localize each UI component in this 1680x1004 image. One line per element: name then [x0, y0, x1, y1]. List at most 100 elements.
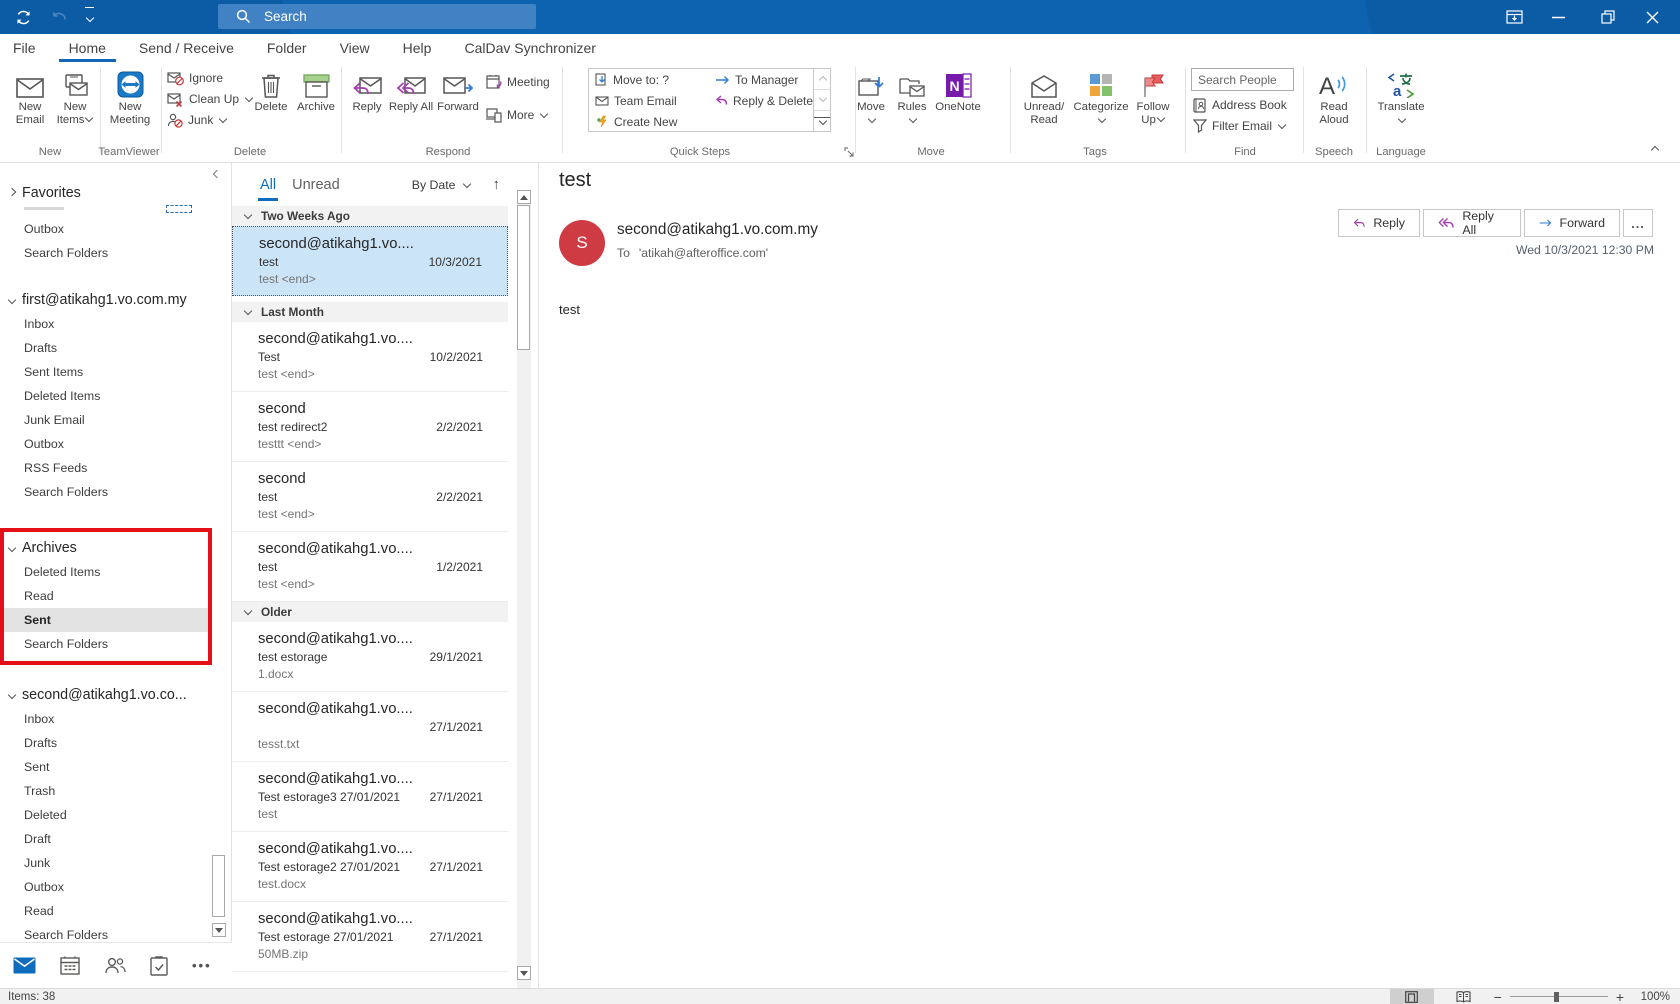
sidebar-item-acc2-search-folders[interactable]: Search Folders: [0, 923, 209, 942]
sidebar-item-search-folders[interactable]: Search Folders: [0, 480, 209, 504]
search-input[interactable]: Search: [218, 4, 536, 29]
more-apps-icon[interactable]: •••: [192, 958, 212, 973]
undo-icon[interactable]: [48, 7, 70, 27]
new-email-button[interactable]: New Email: [8, 65, 52, 127]
list-item[interactable]: second@atikahg1.vo.... Test10/2/2021 tes…: [232, 322, 508, 392]
translate-button[interactable]: a Translate: [1372, 65, 1430, 124]
sidebar-item-archives-search-folders[interactable]: Search Folders: [0, 632, 209, 656]
reply-all-button[interactable]: Reply All: [1423, 209, 1521, 237]
people-nav-icon[interactable]: [104, 957, 126, 974]
collapse-folder-pane-icon[interactable]: [212, 166, 221, 184]
sidebar-item-acc2-deleted[interactable]: Deleted: [0, 803, 209, 827]
quick-step-create-new[interactable]: Create New: [595, 115, 715, 129]
sidebar-item-deleted-items[interactable]: Deleted Items: [0, 384, 209, 408]
sort-by-button[interactable]: By Date: [412, 178, 471, 192]
avatar[interactable]: S: [559, 220, 605, 266]
meeting-button[interactable]: Meeting: [486, 72, 550, 92]
zoom-slider-thumb[interactable]: [1554, 992, 1559, 1002]
group-header-two-weeks-ago[interactable]: Two Weeks Ago: [232, 206, 508, 226]
reading-mode-button[interactable]: [1442, 989, 1486, 1004]
tasks-nav-icon[interactable]: [150, 956, 168, 976]
archive-button[interactable]: Archive: [292, 65, 340, 114]
list-item[interactable]: second test redirect22/2/2021 testtt <en…: [232, 392, 508, 462]
list-item[interactable]: second test2/2/2021 test <end>: [232, 462, 508, 532]
quick-steps-dialog-launcher-icon[interactable]: [844, 147, 855, 158]
list-item[interactable]: second@atikahg1.vo.... Test estorage2 27…: [232, 832, 508, 902]
sidebar-item-acc2-sent[interactable]: Sent: [0, 755, 209, 779]
minimize-button[interactable]: [1538, 0, 1578, 34]
delete-button[interactable]: Delete: [250, 65, 292, 114]
sidebar-item-acc2-drafts[interactable]: Drafts: [0, 731, 209, 755]
scrollbar-thumb[interactable]: [212, 855, 225, 917]
zoom-in-button[interactable]: +: [1616, 989, 1624, 1004]
folder-pane-scrollbar[interactable]: [212, 700, 226, 942]
collapse-ribbon-icon[interactable]: [1650, 142, 1659, 160]
tab-file[interactable]: File: [3, 34, 46, 62]
tab-folder[interactable]: Folder: [257, 34, 317, 62]
quick-step-reply-delete[interactable]: Reply & Delete: [715, 94, 821, 108]
tab-help[interactable]: Help: [393, 34, 442, 62]
reply-all-button[interactable]: Reply All: [388, 65, 434, 114]
sidebar-item-fav-search-folders[interactable]: Search Folders: [0, 241, 209, 265]
junk-button[interactable]: Junk: [167, 110, 227, 130]
ignore-button[interactable]: Ignore: [167, 68, 223, 88]
more-button[interactable]: More: [486, 105, 548, 125]
forward-button[interactable]: Forward: [1524, 209, 1620, 237]
ribbon-display-options-icon[interactable]: [1494, 0, 1534, 34]
quick-step-team-email[interactable]: Team Email: [595, 94, 715, 108]
sidebar-item-inbox[interactable]: Inbox: [0, 312, 209, 336]
quick-access-toolbar-dropdown-icon[interactable]: [78, 7, 100, 27]
follow-up-button[interactable]: Follow Up: [1130, 65, 1176, 127]
restore-button[interactable]: [1588, 0, 1628, 34]
list-item[interactable]: second@atikahg1.vo.... Test estorage3 27…: [232, 762, 508, 832]
mail-nav-icon[interactable]: [13, 957, 36, 974]
move-button[interactable]: Move: [850, 65, 892, 124]
sidebar-item-acc2-outbox[interactable]: Outbox: [0, 875, 209, 899]
account1-header[interactable]: first@atikahg1.vo.com.my: [0, 287, 231, 312]
sidebar-item-acc2-trash[interactable]: Trash: [0, 779, 209, 803]
new-meeting-button[interactable]: New Meeting: [103, 65, 157, 127]
sync-icon[interactable]: [12, 7, 34, 27]
scroll-up-button[interactable]: [517, 190, 531, 204]
list-item[interactable]: second@atikahg1.vo.... 27/1/2021 tesst.t…: [232, 692, 508, 762]
sidebar-item-fav-outbox[interactable]: Outbox: [0, 217, 209, 241]
read-aloud-button[interactable]: A Read Aloud: [1308, 65, 1360, 127]
sidebar-item-archives-read[interactable]: Read: [0, 584, 209, 608]
filter-email-button[interactable]: Filter Email: [1193, 116, 1286, 136]
tab-send-receive[interactable]: Send / Receive: [129, 34, 244, 62]
quick-steps-scrollbar[interactable]: [814, 68, 831, 132]
list-item[interactable]: second@atikahg1.vo.... Test estorage 27/…: [232, 902, 508, 972]
archives-header[interactable]: Archives: [0, 535, 231, 560]
search-people-input[interactable]: Search People: [1191, 68, 1294, 91]
scroll-down-button[interactable]: [212, 923, 226, 937]
sort-direction-icon[interactable]: ↑: [493, 176, 501, 193]
categorize-button[interactable]: Categorize: [1072, 65, 1130, 124]
tab-caldav-synchronizer[interactable]: CalDav Synchronizer: [454, 34, 606, 62]
rules-button[interactable]: Rules: [892, 65, 932, 124]
sidebar-item-acc2-read[interactable]: Read: [0, 899, 209, 923]
sidebar-item-drafts[interactable]: Drafts: [0, 336, 209, 360]
message-list-scrollbar[interactable]: [517, 190, 531, 988]
forward-button[interactable]: Forward: [434, 65, 482, 114]
tab-all[interactable]: All: [258, 169, 278, 201]
reading-view-button[interactable]: [1390, 989, 1434, 1004]
list-item[interactable]: second@atikahg1.vo.... test estorage29/1…: [232, 622, 508, 692]
message-sender[interactable]: second@atikahg1.vo.com.my: [617, 221, 818, 239]
quick-step-move-to[interactable]: Move to: ?: [595, 73, 715, 87]
close-button[interactable]: [1632, 0, 1672, 34]
clean-up-button[interactable]: Clean Up: [167, 89, 253, 109]
sidebar-item-acc2-draft[interactable]: Draft: [0, 827, 209, 851]
unread-read-button[interactable]: Unread/ Read: [1016, 65, 1072, 127]
list-item-selected[interactable]: second@atikahg1.vo.... test10/3/2021 tes…: [232, 226, 508, 296]
sidebar-item-junk-email[interactable]: Junk Email: [0, 408, 209, 432]
calendar-nav-icon[interactable]: [60, 956, 80, 975]
tab-home[interactable]: Home: [59, 34, 116, 62]
address-book-button[interactable]: Address Book: [1193, 95, 1287, 115]
sidebar-item-archives-deleted-items[interactable]: Deleted Items: [0, 560, 209, 584]
reply-button[interactable]: Reply: [1338, 209, 1420, 237]
group-header-last-month[interactable]: Last Month: [232, 302, 508, 322]
reply-button[interactable]: Reply: [346, 65, 388, 114]
sidebar-item-archives-sent[interactable]: Sent: [0, 608, 209, 632]
zoom-slider[interactable]: [1510, 991, 1608, 1003]
sidebar-item-sent-items[interactable]: Sent Items: [0, 360, 209, 384]
